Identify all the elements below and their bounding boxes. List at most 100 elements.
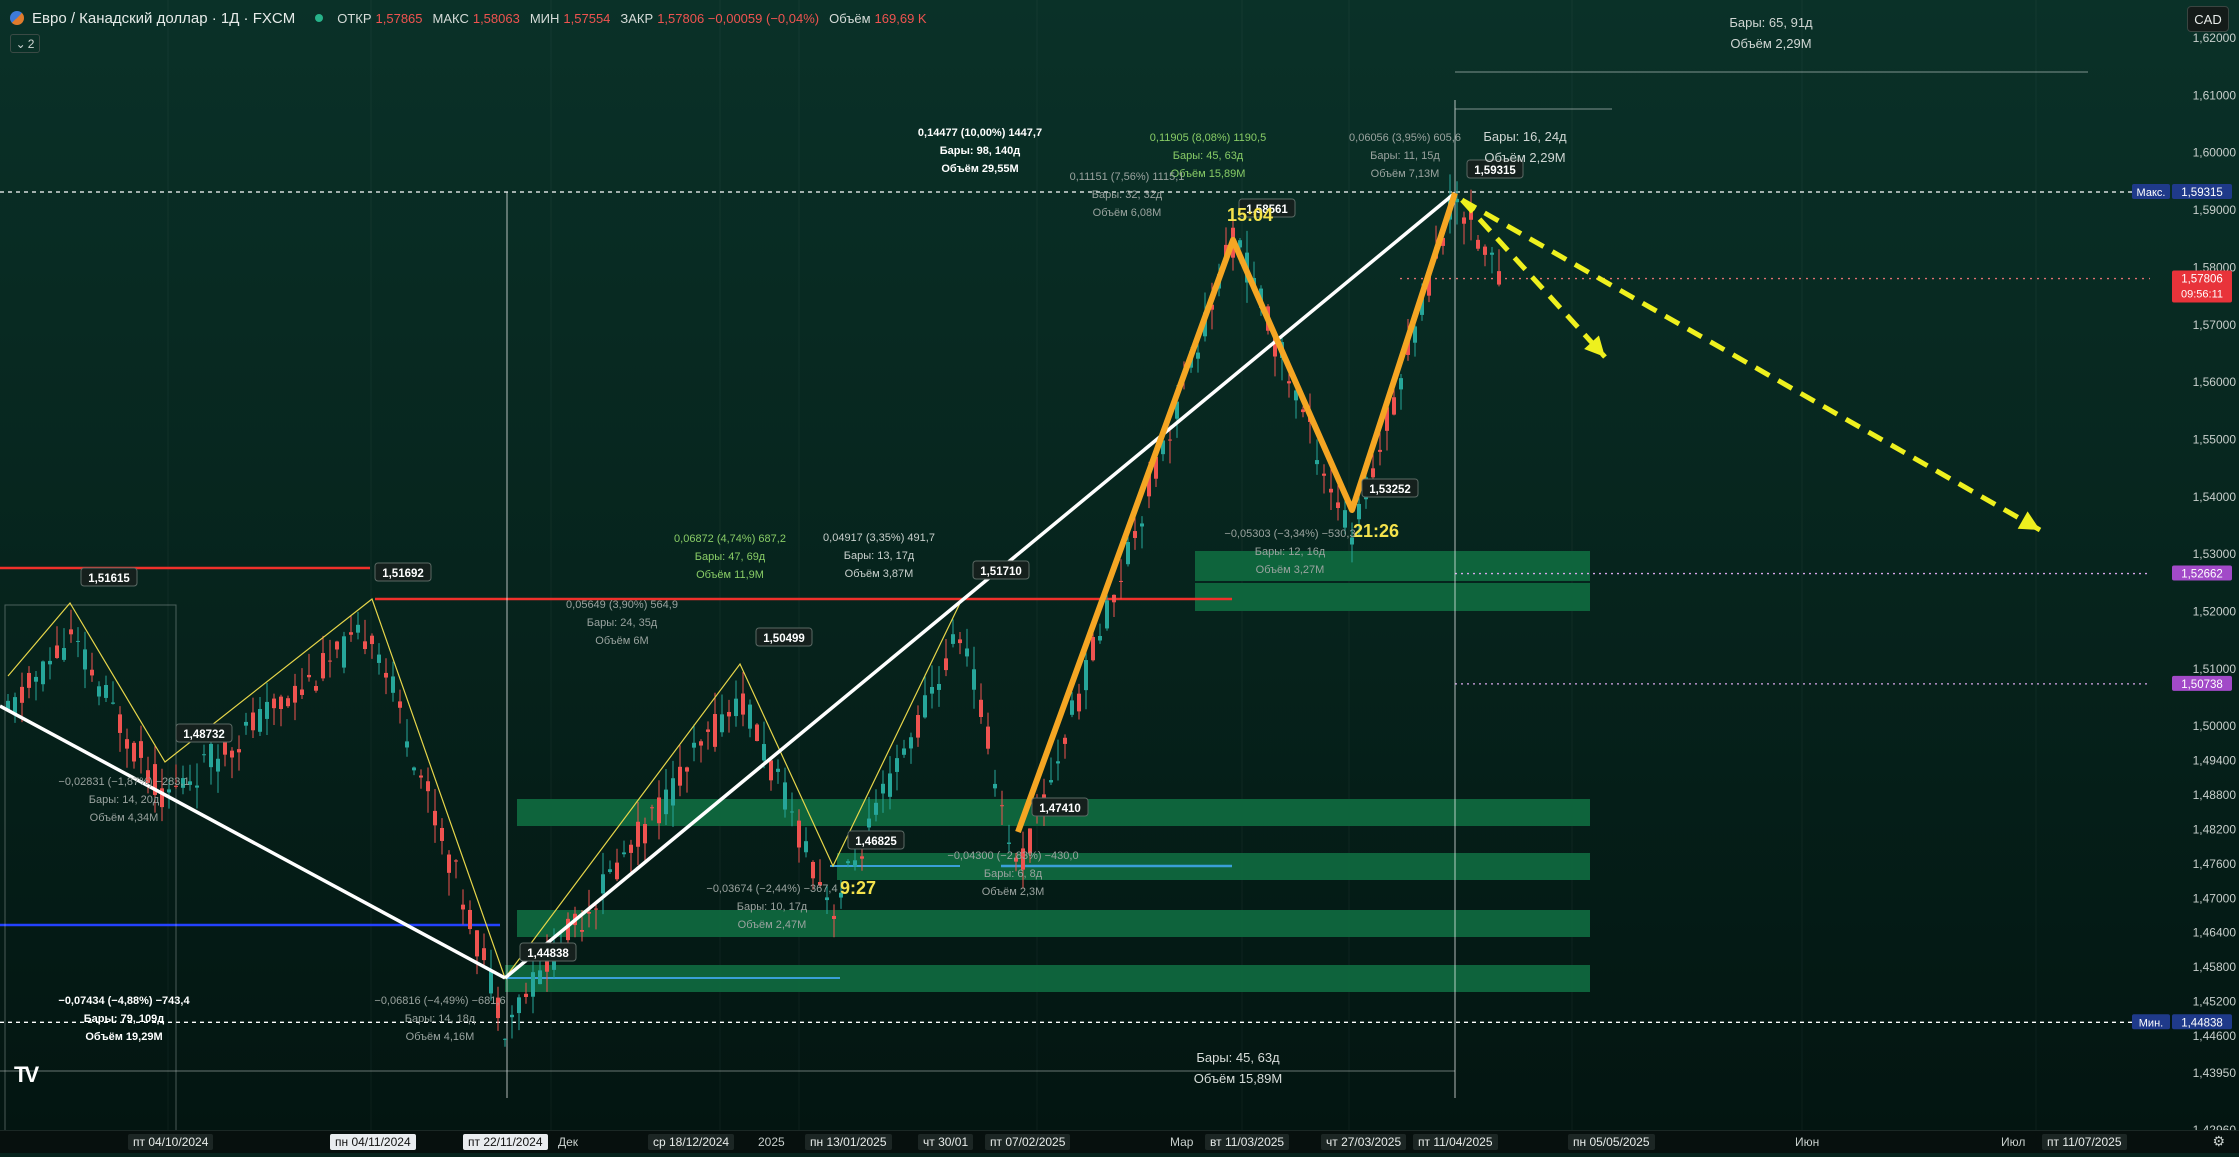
candle-body [223, 741, 227, 755]
candle-body [608, 869, 612, 872]
candle-body [664, 789, 668, 815]
candle-body [1070, 700, 1074, 715]
demand-zone [1195, 583, 1590, 611]
candle-body [202, 754, 206, 756]
price-tick-label: 1,50000 [2193, 719, 2237, 733]
chart-header: Евро / Канадский доллар · 1Д · FXCM ОТКР… [10, 6, 933, 30]
candle-body [265, 701, 269, 719]
measure-text: Бары: 10, 17д [737, 901, 808, 913]
candle-body [454, 860, 458, 862]
candle-body [790, 811, 794, 813]
candle-body [538, 970, 542, 985]
measure-text: Бары: 14, 20д [89, 794, 160, 806]
candle-body [55, 645, 59, 659]
candle-body [657, 797, 661, 824]
time-axis-label: пт 07/02/2025 [985, 1134, 1071, 1150]
candle-body [783, 782, 787, 810]
tradingview-logo-icon[interactable]: TV [14, 1062, 39, 1088]
candle-body [251, 712, 255, 731]
time-axis-label: пн 04/11/2024 [330, 1134, 416, 1150]
candle-body [237, 749, 241, 753]
time-axis-label: пт 22/11/2024 [463, 1134, 548, 1150]
candle-body [846, 861, 850, 864]
time-axis-label: 2025 [758, 1135, 785, 1149]
swing-price-value: 1,44838 [527, 948, 569, 960]
candle-body [272, 698, 276, 709]
candle-body [706, 729, 710, 732]
candle-body [139, 741, 143, 758]
candle-body [48, 660, 52, 665]
price-tick-label: 1,47000 [2193, 891, 2237, 905]
candle-body [370, 635, 374, 645]
measure-text: Объём 3,27M [1256, 564, 1325, 576]
candle-body [531, 972, 535, 997]
candle-body [951, 634, 955, 644]
indicators-toggle-button[interactable]: ⌄ 2 [10, 34, 40, 53]
price-tick-label: 1,46400 [2193, 926, 2237, 940]
price-tick-label: 1,48200 [2193, 822, 2237, 836]
flag-icon [10, 11, 24, 25]
ohlc-low-label: МИН [529, 10, 560, 26]
measure-text: Объём 6,08M [1093, 207, 1162, 219]
candle-body [895, 758, 899, 772]
candle-body [909, 737, 913, 749]
measure-text: −0,06816 (−4,49%) −681,6 [374, 995, 505, 1007]
candle-body [195, 785, 199, 788]
price-tick-label: 1,51000 [2193, 662, 2237, 676]
gear-icon[interactable]: ⚙ [2212, 1133, 2225, 1150]
measure-text: Бары: 12, 16д [1255, 546, 1326, 558]
candle-body [1084, 660, 1088, 691]
candle-body [671, 778, 675, 806]
swing-price-value: 1,59315 [1474, 165, 1516, 177]
candle-body [90, 669, 94, 676]
time-axis-label: чт 27/03/2025 [1321, 1134, 1407, 1150]
chart-area[interactable]: 1,51615 1,48732 1,51692 1,44838 1,50499 1,468… [0, 0, 2239, 1152]
candle-body [587, 911, 591, 914]
candle-body [209, 743, 213, 768]
candle-body [1119, 580, 1123, 582]
candle-body [328, 660, 332, 662]
candle-body [1196, 352, 1200, 359]
chevron-down-icon: ⌄ [15, 36, 26, 51]
candle-body [755, 724, 759, 742]
candle-body [776, 768, 780, 772]
candle-body [349, 632, 353, 635]
measure-text: Бары: 16, 24д [1483, 129, 1567, 144]
candle-body [1140, 523, 1144, 527]
price-tick-label: 1,53000 [2193, 547, 2237, 561]
candle-body [258, 709, 262, 732]
measure-text: Объём 7,13M [1371, 168, 1440, 180]
measure-text: 0,14477 (10,00%) 1447,7 [918, 127, 1042, 139]
candle-body [216, 758, 220, 772]
ohlc-high-label: МАКС [432, 10, 469, 26]
candle-body [1399, 378, 1403, 390]
price-tick-label: 1,57000 [2193, 318, 2237, 332]
ohlc-high-value: 1,58063 [472, 10, 520, 26]
candle-body [482, 948, 486, 961]
candle-body [594, 908, 598, 910]
candle-body [1112, 594, 1116, 603]
candle-body [692, 742, 696, 748]
candle-body [741, 693, 745, 715]
candle-body [699, 741, 703, 746]
candle-body [1007, 842, 1011, 844]
candle-body [384, 672, 388, 678]
candle-body [1336, 502, 1340, 509]
measure-text: Бары: 47, 69д [695, 551, 766, 563]
candle-body [76, 640, 80, 642]
candle-body [125, 739, 129, 749]
chart-canvas[interactable]: 1,51615 1,48732 1,51692 1,44838 1,50499 1,468… [0, 0, 2239, 1152]
time-axis[interactable]: ⚙ пт 04/10/2024 пн 04/11/2024 пт 22/11/202… [0, 1130, 2239, 1153]
measure-text: Объём 4,34M [90, 812, 159, 824]
currency-button[interactable]: CAD [2187, 6, 2229, 32]
price-tick-label: 1,59000 [2193, 203, 2237, 217]
measure-text: Объём 2,29M [1484, 150, 1565, 165]
candle-body [398, 701, 402, 708]
price-tick-label: 1,56000 [2193, 375, 2237, 389]
candle-body [377, 654, 381, 663]
symbol-title[interactable]: Евро / Канадский доллар · 1Д · FXCM [32, 10, 295, 27]
swing-price-value: 1,47410 [1039, 803, 1081, 815]
candle-body [321, 653, 325, 679]
candle-body [1329, 488, 1333, 493]
candle-body [1357, 503, 1361, 520]
